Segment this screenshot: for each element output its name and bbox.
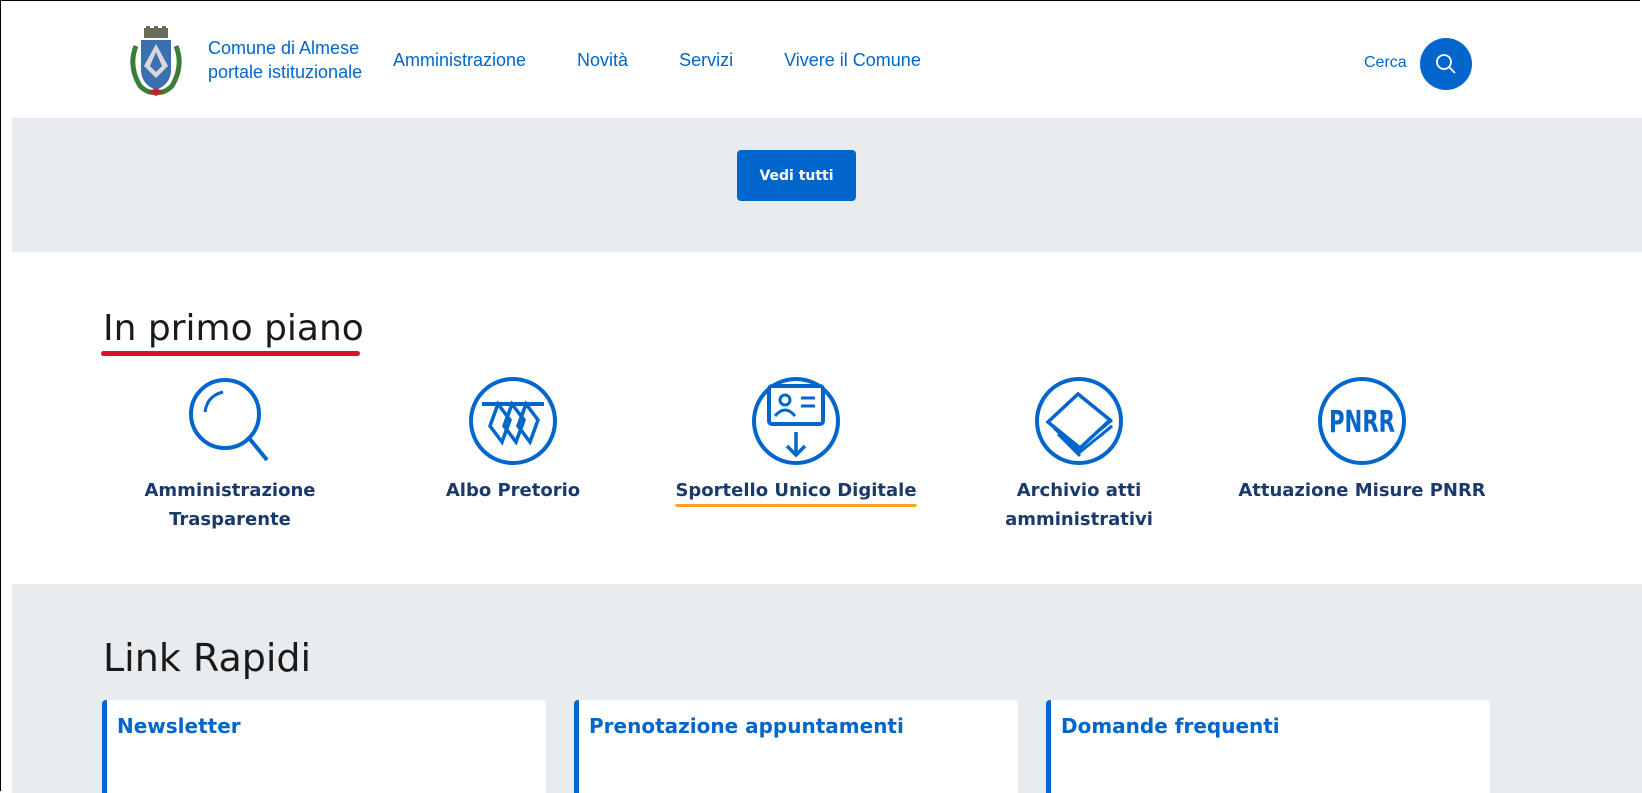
link-card-newsletter[interactable]: Newsletter xyxy=(102,700,546,793)
id-card-download-icon xyxy=(752,377,840,465)
card-label-line2: Trasparente xyxy=(169,509,291,530)
svg-text:PNRR: PNRR xyxy=(1329,405,1395,440)
vedi-tutti-button[interactable]: Vedi tutti xyxy=(737,150,856,201)
card-pnrr[interactable]: PNRR Attuazione Misure PNRR xyxy=(1232,376,1492,505)
link-card-label: Domande frequenti xyxy=(1061,714,1280,738)
magnifier-icon xyxy=(189,378,269,462)
card-amministrazione-trasparente[interactable]: Amministrazione Trasparente xyxy=(100,376,360,534)
card-label: Attuazione Misure PNRR xyxy=(1238,480,1486,501)
site-brand[interactable]: Comune di Almese portale istituzionale xyxy=(208,36,362,84)
link-card-label: Newsletter xyxy=(117,714,241,738)
coat-of-arms-logo[interactable] xyxy=(126,26,186,98)
link-card-faq[interactable]: Domande frequenti xyxy=(1046,700,1490,793)
main-nav: Amministrazione Novità Servizi Vivere il… xyxy=(393,50,972,71)
nav-servizi[interactable]: Servizi xyxy=(679,50,733,71)
in-primo-piano-title: In primo piano xyxy=(103,308,364,349)
link-card-prenotazione[interactable]: Prenotazione appuntamenti xyxy=(574,700,1018,793)
brand-subtitle: portale istituzionale xyxy=(208,62,363,82)
link-rapidi-title: Link Rapidi xyxy=(103,636,312,680)
nav-vivere-il-comune[interactable]: Vivere il Comune xyxy=(784,50,921,71)
search-icon xyxy=(1436,54,1456,74)
link-card-label: Prenotazione appuntamenti xyxy=(589,714,904,738)
nav-amministrazione[interactable]: Amministrazione xyxy=(393,50,526,71)
site-header: Comune di Almese portale istituzionale A… xyxy=(12,10,1642,119)
card-archivio-atti[interactable]: Archivio atti amministrativi xyxy=(949,376,1209,534)
card-label: Amministrazione Trasparente xyxy=(100,476,360,534)
card-sportello-unico-digitale[interactable]: Sportello Unico Digitale xyxy=(666,376,926,505)
books-icon xyxy=(1035,377,1123,465)
search-label[interactable]: Cerca xyxy=(1364,54,1407,72)
nav-novita[interactable]: Novità xyxy=(577,50,628,71)
card-label: Sportello Unico Digitale xyxy=(675,480,917,501)
title-underline xyxy=(101,351,360,356)
tags-icon xyxy=(469,377,557,465)
card-label-line1: Amministrazione xyxy=(144,480,316,501)
card-label: Albo Pretorio xyxy=(445,480,581,501)
brand-name: Comune di Almese xyxy=(208,38,360,58)
card-albo-pretorio[interactable]: Albo Pretorio xyxy=(383,376,643,505)
card-label: Archivio atti amministrativi xyxy=(1005,480,1153,530)
search-button[interactable] xyxy=(1420,38,1472,90)
pnrr-icon: PNRR xyxy=(1318,377,1406,465)
